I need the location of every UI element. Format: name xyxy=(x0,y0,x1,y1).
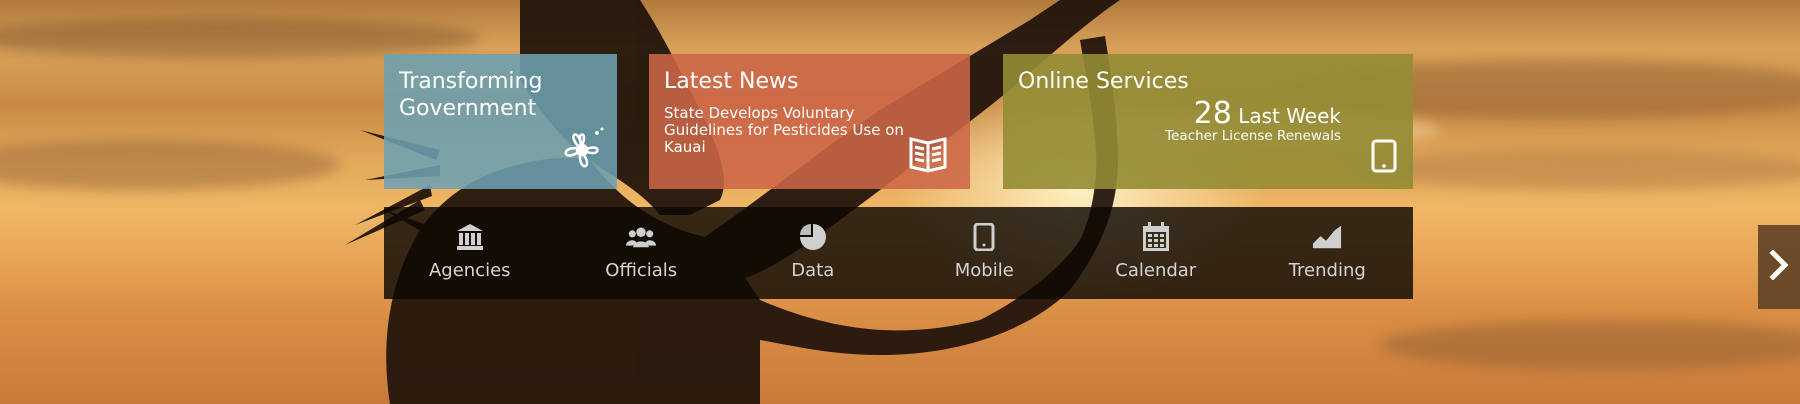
quick-links-nav: Agencies Officials Data Mobile Calendar … xyxy=(384,207,1413,299)
nav-label: Agencies xyxy=(428,260,511,281)
slider-next-button[interactable] xyxy=(1758,225,1800,309)
hibiscus-icon xyxy=(557,125,607,179)
stat-number: 28 xyxy=(1193,96,1232,131)
stat-period: Last Week xyxy=(1238,104,1341,128)
people-icon xyxy=(626,222,657,252)
nav-label: Data xyxy=(791,260,835,281)
tile-title: Online Services xyxy=(1018,69,1189,94)
nav-item-agencies[interactable]: Agencies xyxy=(384,207,556,299)
tile-title: Transforming Government xyxy=(399,69,543,121)
transforming-government-tile[interactable]: Transforming Government xyxy=(384,54,617,189)
online-services-tile[interactable]: Online Services 28 Last Week Teacher Lic… xyxy=(1003,54,1413,189)
trending-icon xyxy=(1312,222,1342,252)
stat-label: Teacher License Renewals xyxy=(1165,128,1341,144)
nav-label: Officials xyxy=(605,260,678,281)
calendar-icon xyxy=(1141,222,1171,252)
latest-news-tile[interactable]: Latest News State Develops Voluntary Gui… xyxy=(649,54,970,189)
nav-label: Trending xyxy=(1288,260,1366,281)
news-headline-link[interactable]: State Develops Voluntary Guidelines for … xyxy=(664,105,926,156)
nav-item-data[interactable]: Data xyxy=(727,207,899,299)
pie-chart-icon xyxy=(798,222,828,252)
building-icon xyxy=(455,222,485,252)
nav-label: Mobile xyxy=(954,260,1014,281)
nav-item-mobile[interactable]: Mobile xyxy=(899,207,1071,299)
tablet-icon xyxy=(1371,139,1397,177)
open-book-icon xyxy=(908,137,948,177)
tile-title: Latest News xyxy=(664,69,799,94)
nav-item-trending[interactable]: Trending xyxy=(1242,207,1414,299)
nav-item-officials[interactable]: Officials xyxy=(556,207,728,299)
nav-label: Calendar xyxy=(1115,260,1197,281)
service-stat: 28 Last Week Teacher License Renewals xyxy=(1165,99,1341,145)
chevron-right-icon xyxy=(1769,249,1789,284)
nav-item-calendar[interactable]: Calendar xyxy=(1070,207,1242,299)
tablet-icon xyxy=(969,222,999,252)
